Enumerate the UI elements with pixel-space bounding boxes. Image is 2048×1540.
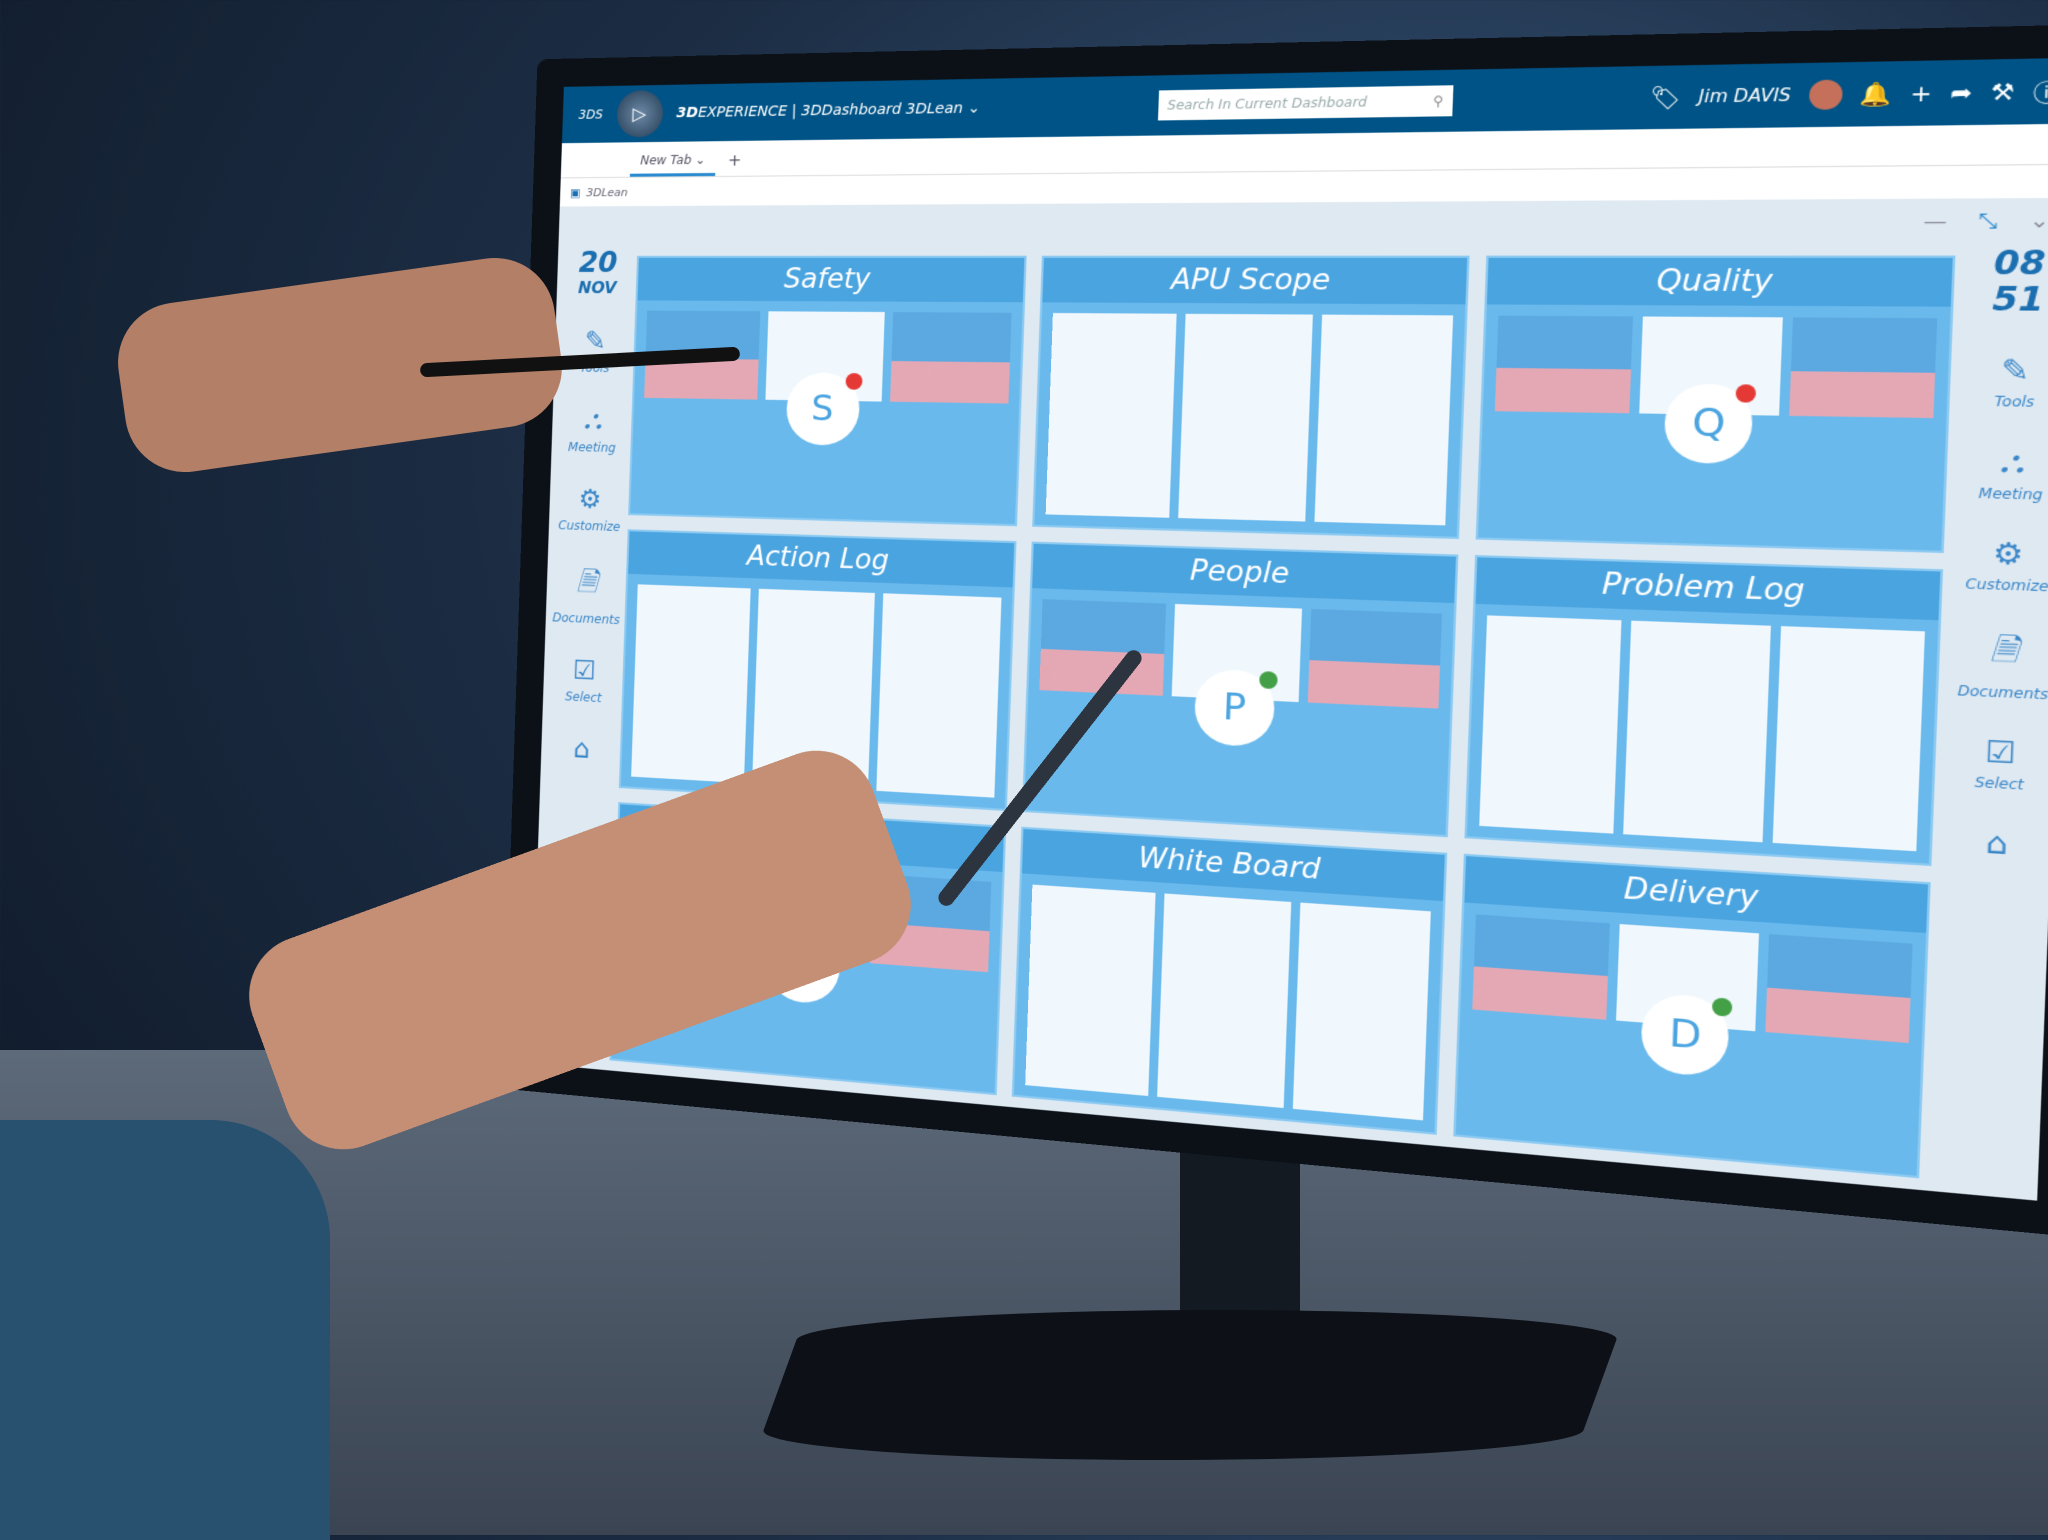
sidebar-item-meeting[interactable]: ⛬ Meeting xyxy=(1978,444,2044,502)
window-controls: — ⤡ ⌄ xyxy=(1923,209,2048,234)
compass-play-icon[interactable]: ▷ xyxy=(615,90,664,138)
tile-grid: Safety S APU Scope Quality Q Action Log People… xyxy=(609,255,1956,1179)
home-icon: ⌂ xyxy=(572,734,591,766)
tile-apu-scope[interactable]: APU Scope xyxy=(1032,255,1470,540)
3ds-logo: 3DS xyxy=(578,107,603,122)
select-icon: ☑ xyxy=(572,655,597,688)
tile-panel xyxy=(1157,893,1292,1109)
tile-title: People xyxy=(1032,543,1456,604)
tile-panel xyxy=(1292,902,1431,1121)
tools-icon: ✎ xyxy=(584,326,607,358)
chevron-down-icon[interactable]: ⌄ xyxy=(2029,209,2048,234)
avatar[interactable] xyxy=(1808,79,1843,110)
time-display: 08 51 xyxy=(1991,243,2047,319)
tile-panel xyxy=(1307,608,1442,709)
tile-panel xyxy=(1765,934,1913,1043)
tab-new-tab[interactable]: New Tab ⌄ xyxy=(629,152,716,177)
tile-title: APU Scope xyxy=(1042,257,1467,305)
collapse-icon[interactable]: ⤡ xyxy=(1978,209,1998,234)
tile-title: Problem Log xyxy=(1475,557,1941,621)
app-icon: ▣ xyxy=(569,185,581,199)
tag-icon[interactable]: 🏷 xyxy=(1649,83,1681,111)
tile-panel xyxy=(1039,599,1167,696)
notification-icon[interactable]: 🔔 xyxy=(1859,80,1892,108)
tile-delivery[interactable]: Delivery D xyxy=(1452,853,1931,1179)
tile-safety[interactable]: Safety S xyxy=(628,255,1028,527)
tile-panel xyxy=(1178,313,1313,522)
tile-panel xyxy=(1046,313,1177,518)
meeting-icon: ⛬ xyxy=(1999,444,2025,480)
tile-title: Action Log xyxy=(628,531,1015,588)
tile-panel xyxy=(1471,914,1611,1020)
tile-panel xyxy=(1314,314,1453,526)
tile-panel xyxy=(1623,620,1772,843)
monitor: 3DS ▷ 3DEXPERIENCE | 3DDashboard 3DLean … xyxy=(502,23,2048,1237)
plus-icon[interactable]: + xyxy=(1910,79,1933,107)
meeting-icon: ⛬ xyxy=(583,405,603,436)
add-tab-button[interactable]: + xyxy=(727,150,741,176)
document-icon: 🗎 xyxy=(1989,632,2019,669)
home-icon: ⌂ xyxy=(1985,825,2009,862)
user-name[interactable]: Jim DAVIS xyxy=(1698,85,1791,107)
tile-panel xyxy=(1494,315,1634,413)
app-title: 3DEXPERIENCE | 3DDashboard 3DLean ⌄ xyxy=(676,99,981,122)
tile-panel xyxy=(631,584,751,784)
tile-panel xyxy=(1478,615,1623,834)
sidebar-item-select[interactable]: ☑ Select xyxy=(1974,734,2025,793)
minimize-icon[interactable]: — xyxy=(1923,209,1947,233)
tile-title: Quality xyxy=(1486,257,1953,307)
tile-panel xyxy=(1772,626,1925,852)
sidebar-item-tools[interactable]: ✎Tools xyxy=(1994,353,2036,410)
gear-icon: ⚙ xyxy=(1992,536,2025,573)
tile-content xyxy=(1478,615,1925,852)
sidebar-item-select[interactable]: ☑ Select xyxy=(565,656,603,706)
tile-quality[interactable]: Quality Q xyxy=(1475,255,1956,554)
document-icon: 🗎 xyxy=(576,567,599,599)
tile-panel xyxy=(889,312,1013,404)
tile-panel xyxy=(875,593,1002,798)
sleeve xyxy=(0,1120,330,1540)
tile-problem-log[interactable]: Problem Log xyxy=(1464,555,1944,867)
tile-panel xyxy=(1789,317,1938,418)
tile-content xyxy=(1046,313,1453,526)
tile-panel xyxy=(1025,884,1156,1097)
sidebar-item-customize[interactable]: ⚙ Customize xyxy=(1965,536,2048,594)
tile-white-board[interactable]: White Board xyxy=(1012,826,1447,1135)
left-sidebar: 20NOV ✎Tools ⛬Meeting ⚙Customize 🗎Docume… xyxy=(547,245,634,767)
home-button[interactable]: ⌂ xyxy=(1985,826,2008,862)
monitor-base xyxy=(752,1310,1628,1460)
tile-title: Safety xyxy=(637,257,1025,303)
home-button[interactable]: ⌂ xyxy=(573,734,590,765)
sidebar-item-documents[interactable]: 🗎 Documents xyxy=(1957,626,2048,702)
sidebar-item-meeting[interactable]: ⛬ Meeting xyxy=(568,405,617,455)
tile-content xyxy=(1025,884,1431,1121)
tools-icon: ✎ xyxy=(2000,353,2031,389)
right-sidebar: 08 51 ✎ Tools ⛬ Meeting ⚙ Customize 🗎 Documen… xyxy=(1950,243,2048,864)
sidebar-item-customize[interactable]: ⚙ Customize xyxy=(558,484,622,535)
select-icon: ☑ xyxy=(1984,734,2017,772)
search-input[interactable]: Search In Current Dashboard ⚲ xyxy=(1158,85,1454,121)
search-icon[interactable]: ⚲ xyxy=(1433,93,1444,109)
share-icon[interactable]: ➦ xyxy=(1950,78,1973,106)
tools-icon[interactable]: ⚒ xyxy=(1990,78,2015,106)
gear-icon: ⚙ xyxy=(578,484,603,516)
date-display: 20 NOV xyxy=(577,245,619,298)
tile-people[interactable]: People P xyxy=(1022,541,1459,838)
sidebar-item-documents[interactable]: 🗎 Documents xyxy=(552,563,621,627)
help-icon[interactable]: ⓘ xyxy=(2032,74,2048,108)
dashboard-screen: 3DS ▷ 3DEXPERIENCE | 3DDashboard 3DLean … xyxy=(530,57,2048,1201)
